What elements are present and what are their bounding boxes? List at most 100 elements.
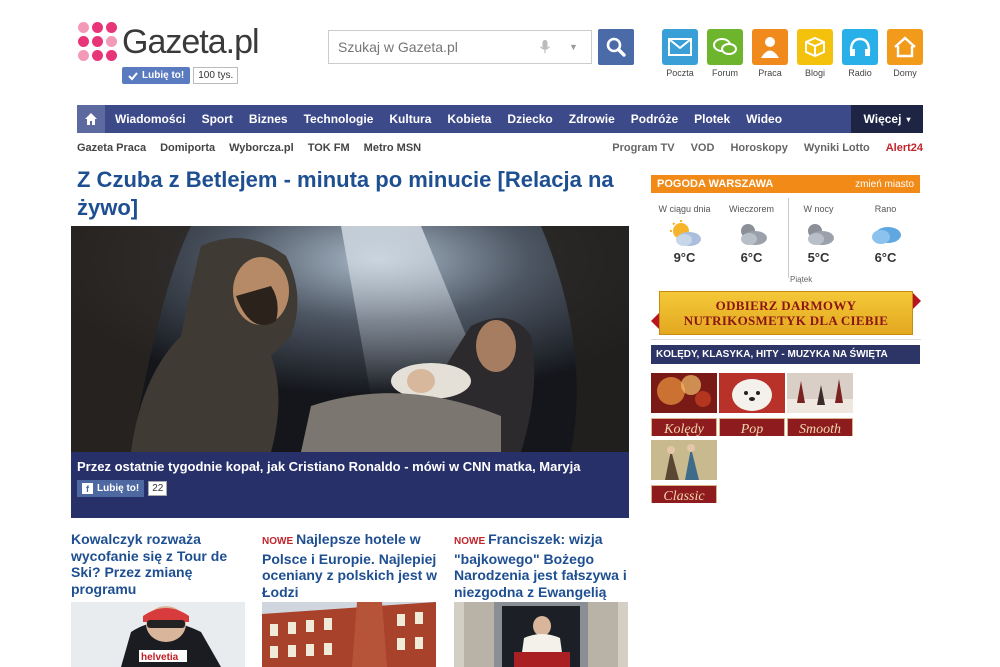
thumb-hotel[interactable]: [262, 602, 436, 667]
weather-day-note: Piątek: [790, 275, 813, 284]
subnav-link[interactable]: Horoskopy: [730, 142, 787, 154]
music-tile-label: Kolędy: [651, 418, 717, 436]
quick-link-forum[interactable]: Forum: [702, 29, 748, 78]
search-input[interactable]: [329, 39, 529, 55]
nav-item-technologie[interactable]: Technologie: [296, 112, 382, 126]
main-nav: Wiadomości Sport Biznes Technologie Kult…: [77, 105, 923, 133]
quick-link-domy[interactable]: Domy: [882, 29, 928, 78]
teaser-kowalczyk[interactable]: Kowalczyk rozważa wycofanie się z Tour d…: [71, 531, 251, 597]
teaser-hotele[interactable]: NOWE Najlepsze hotele w Polsce i Europie.…: [262, 531, 442, 600]
nav-item-dziecko[interactable]: Dziecko: [499, 112, 560, 126]
music-tile-smooth[interactable]: Smooth: [787, 373, 853, 436]
subnav-right: Program TV VOD Horoskopy Wyniki Lotto Al…: [596, 142, 923, 154]
teaser-franciszek[interactable]: NOWE Franciszek: wizja "bajkowego" Bożego…: [454, 531, 634, 600]
home-icon: [85, 113, 97, 125]
search-button[interactable]: [598, 29, 634, 65]
koledy-image: [651, 373, 717, 413]
pop-image: [719, 373, 785, 413]
sun-cloud-icon: [669, 220, 701, 246]
nav-item-wiadomosci[interactable]: Wiadomości: [105, 112, 194, 126]
nav-item-kultura[interactable]: Kultura: [381, 112, 439, 126]
skier-image: helvetia: [71, 602, 245, 667]
nativity-image: [71, 226, 629, 452]
promo-box: ODBIERZ DARMOWY NUTRIKOSMETYK DLA CIEBIE: [659, 291, 913, 335]
weather-temp: 6°C: [740, 250, 763, 265]
music-tile-koledy[interactable]: Kolędy: [651, 373, 717, 436]
hero-caption-text[interactable]: Przez ostatnie tygodnie kopał, jak Crist…: [77, 458, 623, 475]
search-box: ▼: [328, 30, 592, 64]
logo-dots-icon: [78, 22, 118, 62]
subnav-link[interactable]: Program TV: [612, 142, 674, 154]
cloud-icon: [807, 224, 834, 245]
hero-like-button[interactable]: f Lubię to!: [77, 480, 145, 497]
teaser-title: Kowalczyk rozważa wycofanie się z Tour d…: [71, 531, 228, 597]
nav-more-label: Więcej: [863, 112, 902, 126]
quick-link-label: Radio: [848, 68, 872, 78]
weather-period: Rano 6°C: [852, 198, 919, 288]
search-dropdown-icon[interactable]: ▼: [569, 42, 578, 52]
weather-temp: 5°C: [807, 250, 830, 265]
quick-link-blogi[interactable]: Blogi: [792, 29, 838, 78]
subnav-link[interactable]: Domiporta: [160, 142, 215, 154]
microphone-icon[interactable]: [537, 39, 553, 55]
weather-title: POGODA WARSZAWA: [657, 178, 774, 190]
facebook-icon: f: [82, 483, 93, 494]
subnav-link[interactable]: Wyniki Lotto: [804, 142, 870, 154]
music-tile-label: Pop: [719, 418, 785, 436]
box-icon: [797, 29, 833, 65]
music-header[interactable]: KOLĘDY, KLASYKA, HITY - MUZYKA NA ŚWIĘTA: [651, 345, 920, 364]
headphones-icon: [842, 29, 878, 65]
house-icon: [887, 29, 923, 65]
weather-header: POGODA WARSZAWA zmień miasto: [651, 175, 920, 193]
hero-caption: Przez ostatnie tygodnie kopał, jak Crist…: [71, 452, 629, 518]
classic-image: [651, 440, 717, 480]
subnav-alert-link[interactable]: Alert24: [886, 142, 923, 154]
quick-link-label: Poczta: [666, 68, 694, 78]
thumb-pope[interactable]: [454, 602, 628, 667]
blue-cloud-icon: [871, 227, 901, 244]
quick-link-label: Forum: [711, 68, 738, 78]
hero-like-widget: f Lubię to! 22: [77, 480, 623, 497]
weather-period-label: W nocy: [803, 204, 834, 214]
nav-item-wideo[interactable]: Wideo: [738, 112, 790, 126]
main-headline[interactable]: Z Czuba z Betlejem - minuta po minucie […: [77, 166, 637, 222]
home-button[interactable]: [77, 105, 105, 133]
quick-link-label: Praca: [758, 68, 782, 78]
gazeta-logo[interactable]: Gazeta.pl: [78, 22, 260, 62]
nav-item-plotek[interactable]: Plotek: [686, 112, 738, 126]
header-like-widget: Lubię to! 100 tys.: [122, 67, 239, 84]
weather-period: W ciągu dnia 9°C: [651, 198, 718, 288]
nav-item-biznes[interactable]: Biznes: [241, 112, 296, 126]
chevron-down-icon: ▾: [906, 114, 911, 124]
subnav-link[interactable]: Wyborcza.pl: [229, 142, 294, 154]
hotel-image: [262, 602, 436, 667]
subnav-link[interactable]: Metro MSN: [364, 142, 421, 154]
header-like-button[interactable]: Lubię to!: [122, 67, 191, 84]
nav-item-zdrowie[interactable]: Zdrowie: [561, 112, 623, 126]
nav-item-podroze[interactable]: Podróże: [623, 112, 686, 126]
nav-more-button[interactable]: Więcej ▾: [851, 105, 923, 133]
weather-forecast: W ciągu dnia 9°C Wieczorem 6°C W nocy 5°…: [651, 198, 920, 288]
promo-banner[interactable]: ODBIERZ DARMOWY NUTRIKOSMETYK DLA CIEBIE: [651, 291, 921, 337]
nav-item-kobieta[interactable]: Kobieta: [439, 112, 499, 126]
nav-item-sport[interactable]: Sport: [194, 112, 241, 126]
quick-link-radio[interactable]: Radio: [837, 29, 883, 78]
quick-link-praca[interactable]: Praca: [747, 29, 793, 78]
weather-change-city-link[interactable]: zmień miasto: [855, 179, 914, 190]
music-tile-classic[interactable]: Classic: [651, 440, 717, 503]
hero-story[interactable]: Przez ostatnie tygodnie kopał, jak Crist…: [71, 226, 629, 518]
cloud-icon: [740, 224, 767, 245]
weather-divider: [788, 198, 789, 278]
subnav-link[interactable]: TOK FM: [308, 142, 350, 154]
logo-text: Gazeta.pl: [122, 22, 260, 61]
hero-like-label: Lubię to!: [97, 483, 140, 494]
chat-icon: [707, 29, 743, 65]
subnav-link[interactable]: Gazeta Praca: [77, 142, 146, 154]
music-tile-pop[interactable]: Pop: [719, 373, 785, 436]
promo-line-1: ODBIERZ DARMOWY: [715, 298, 857, 313]
subnav-link[interactable]: VOD: [691, 142, 715, 154]
thumb-skier[interactable]: helvetia: [71, 602, 245, 667]
quick-link-poczta[interactable]: Poczta: [657, 29, 703, 78]
weather-temp: 6°C: [874, 250, 897, 265]
new-badge: NOWE: [262, 536, 294, 547]
